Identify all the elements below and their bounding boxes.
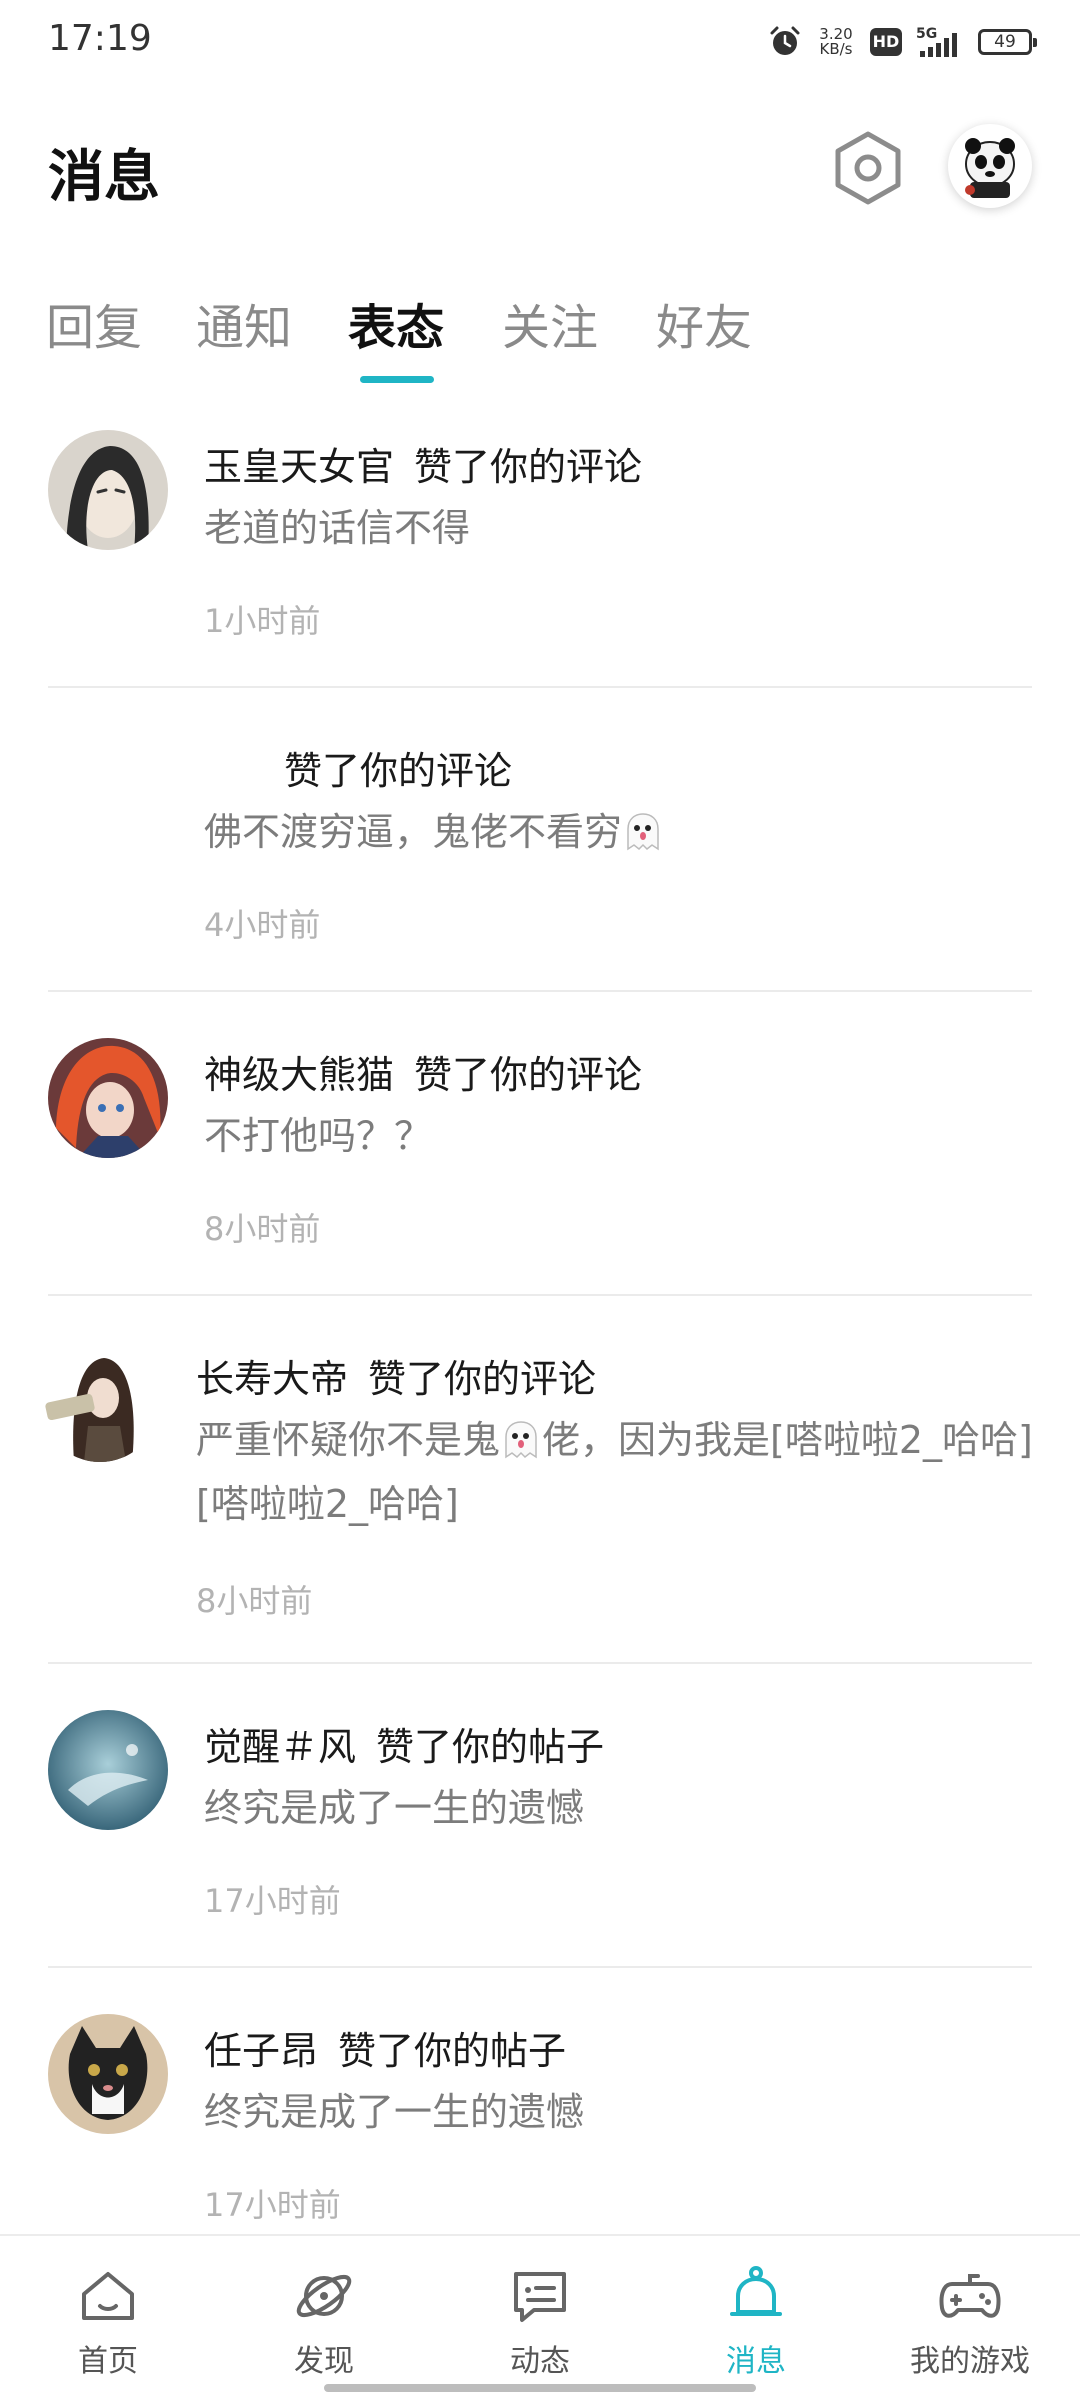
nav-label: 消息	[726, 2344, 786, 2379]
list-item[interactable]: 玉皇天女官 赞了你的评论 老道的话信不得 1小时前	[0, 420, 1080, 690]
action-text: 赞了你的评论	[414, 445, 643, 489]
avatar[interactable]	[48, 1038, 168, 1158]
status-icons: 3.20 KB/s HD 5G 49	[768, 22, 1037, 62]
message-content: 老道的话信不得	[204, 506, 471, 550]
timestamp: 4小时前	[204, 906, 321, 944]
list-item[interactable]: 神级大熊猫 赞了你的评论 不打他吗？？ 8小时前	[0, 1028, 1080, 1298]
avatar[interactable]	[48, 2014, 168, 2134]
network-speed: 3.20 KB/s	[816, 27, 856, 57]
message-content: 不打他吗？？	[204, 1114, 433, 1158]
message-header: 神级大熊猫 赞了你的评论	[204, 1044, 642, 1099]
active-tab-indicator	[360, 376, 434, 383]
avatar[interactable]	[40, 1342, 160, 1462]
bottom-navigation: 首页 发现 动态 消息 我的游戏	[0, 2234, 1080, 2400]
message-content: 佛不渡穷逼，鬼佬不看穷	[204, 800, 1044, 864]
avatar-image	[40, 1342, 160, 1462]
battery-indicator: 49	[978, 29, 1037, 55]
username[interactable]: 任子昂	[204, 2029, 318, 2073]
avatar-image	[48, 1038, 168, 1158]
tab-follow[interactable]: 关注	[502, 288, 598, 358]
divider	[48, 1662, 1032, 1664]
action-text: 赞了你的评论	[284, 749, 513, 793]
avatar-image	[48, 430, 168, 550]
panda-avatar-icon	[965, 138, 1015, 198]
message-header: 赞了你的评论	[264, 740, 512, 795]
nav-discover[interactable]: 发现	[244, 2264, 404, 2380]
action-text: 赞了你的帖子	[376, 1725, 605, 1769]
message-header: 觉醒＃风 赞了你的帖子	[204, 1716, 604, 1771]
nav-label: 首页	[78, 2344, 138, 2379]
nav-messages[interactable]: 消息	[676, 2264, 836, 2380]
tab-bar: 回复 通知 表态 关注 好友	[0, 280, 1080, 390]
list-item[interactable]: 觉醒＃风 赞了你的帖子 终究是成了一生的遗憾 17小时前	[0, 1700, 1080, 1970]
avatar[interactable]	[48, 1710, 168, 1830]
username[interactable]: 玉皇天女官	[204, 445, 394, 489]
message-header: 长寿大帝 赞了你的评论	[196, 1348, 596, 1403]
action-text: 赞了你的帖子	[338, 2029, 567, 2073]
nav-label: 发现	[294, 2344, 354, 2379]
timestamp: 1小时前	[204, 602, 321, 640]
ghost-emoji-icon	[627, 813, 659, 851]
message-content: 终究是成了一生的遗憾	[204, 1786, 585, 1830]
tab-friends[interactable]: 好友	[656, 288, 752, 358]
profile-avatar[interactable]	[948, 124, 1032, 208]
avatar-image	[48, 1710, 168, 1830]
message-text-part1: 严重怀疑你不是鬼	[196, 1418, 501, 1462]
nav-label: 我的游戏	[910, 2344, 1030, 2379]
home-icon	[82, 2272, 134, 2320]
divider	[48, 1294, 1032, 1296]
gamepad-icon	[939, 2274, 1001, 2318]
nav-my-games[interactable]: 我的游戏	[890, 2264, 1050, 2380]
message-text: 佛不渡穷逼，鬼佬不看穷	[204, 810, 623, 854]
ghost-emoji-icon	[505, 1421, 537, 1459]
status-time: 17:19	[48, 18, 152, 59]
divider	[48, 1966, 1032, 1968]
header: 消息	[0, 110, 1080, 230]
hexagon-settings-icon	[835, 131, 901, 205]
tab-reply[interactable]: 回复	[46, 288, 142, 358]
username[interactable]: 神级大熊猫	[204, 1053, 394, 1097]
alarm-icon	[770, 26, 800, 55]
home-indicator[interactable]	[324, 2384, 756, 2392]
username[interactable]: 长寿大帝	[196, 1357, 348, 1401]
network-speed-unit: KB/s	[819, 40, 853, 58]
hd-badge: HD	[870, 28, 902, 56]
avatar[interactable]	[48, 430, 168, 550]
divider	[48, 686, 1032, 688]
nav-home[interactable]: 首页	[28, 2264, 188, 2380]
action-text: 赞了你的评论	[368, 1357, 597, 1401]
timestamp: 8小时前	[196, 1582, 313, 1620]
signal-icon: 5G	[916, 26, 957, 57]
nav-label: 动态	[510, 2344, 570, 2379]
list-item[interactable]: 赞了你的评论 佛不渡穷逼，鬼佬不看穷 4小时前	[0, 724, 1080, 994]
planet-icon	[296, 2274, 352, 2318]
page-title: 消息	[48, 145, 160, 210]
tab-reactions[interactable]: 表态	[348, 288, 444, 358]
chat-icon	[514, 2272, 566, 2322]
list-item[interactable]: 长寿大帝 赞了你的评论 严重怀疑你不是鬼 佬，因为我是[嗒啦啦2_哈哈][嗒啦啦2_…	[0, 1332, 1080, 1662]
timestamp: 17小时前	[204, 1882, 341, 1920]
divider	[48, 990, 1032, 992]
status-bar: 17:19 3.20 KB/s HD 5G 49	[0, 0, 1080, 80]
timestamp: 17小时前	[204, 2186, 341, 2224]
action-text: 赞了你的评论	[414, 1053, 643, 1097]
nav-feed[interactable]: 动态	[460, 2264, 620, 2380]
timestamp: 8小时前	[204, 1210, 321, 1248]
tab-notice[interactable]: 通知	[196, 288, 292, 358]
username[interactable]: 觉醒＃风	[204, 1725, 356, 1769]
message-content: 严重怀疑你不是鬼 佬，因为我是[嗒啦啦2_哈哈][嗒啦啦2_哈哈]	[196, 1408, 1036, 1536]
settings-button[interactable]	[832, 130, 904, 206]
network-type: 5G	[916, 26, 937, 42]
message-header: 任子昂 赞了你的帖子	[204, 2020, 566, 2075]
message-content: 终究是成了一生的遗憾	[204, 2090, 585, 2134]
message-header: 玉皇天女官 赞了你的评论	[204, 436, 642, 491]
list-item[interactable]: 任子昂 赞了你的帖子 终究是成了一生的遗憾 17小时前	[0, 2004, 1080, 2232]
avatar-image	[48, 2014, 168, 2134]
bell-icon	[730, 2266, 782, 2316]
